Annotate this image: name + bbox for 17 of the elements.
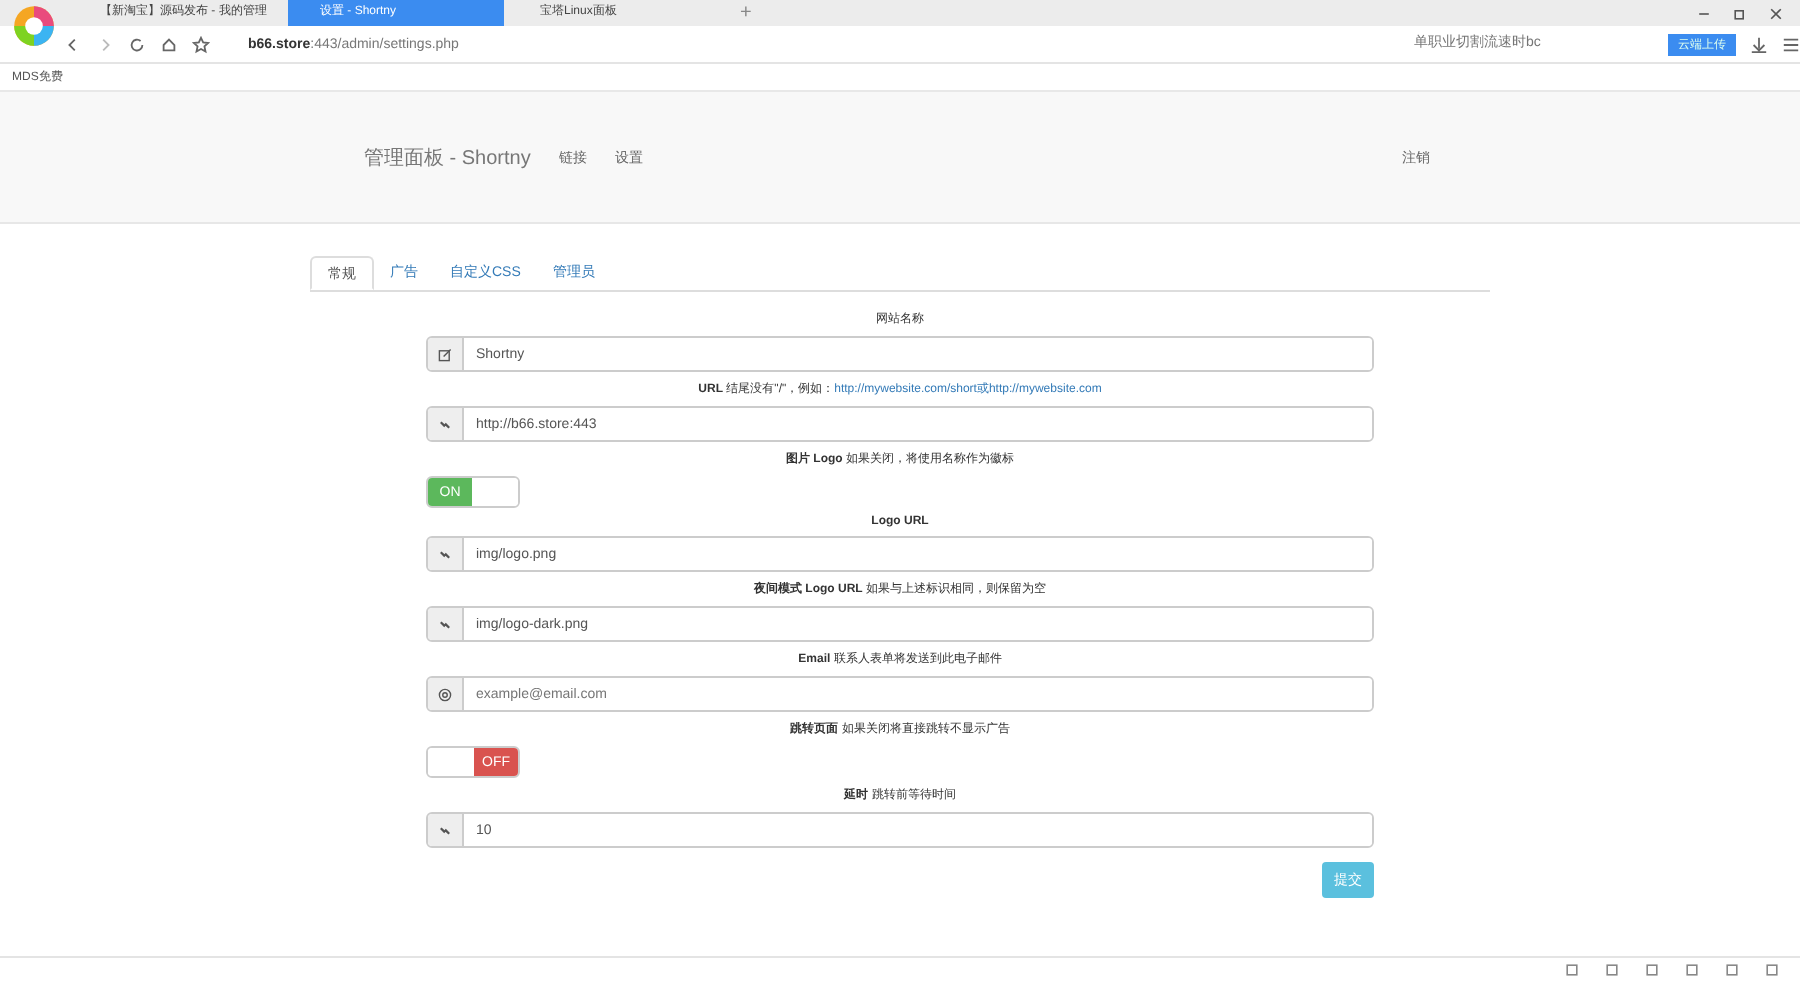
reload-icon[interactable]: [128, 35, 146, 53]
close-icon[interactable]: [1768, 5, 1784, 21]
star-icon[interactable]: [192, 35, 210, 53]
status-icon[interactable]: [1644, 962, 1660, 978]
menu-icon[interactable]: [1782, 35, 1800, 53]
status-icon[interactable]: [1684, 962, 1700, 978]
browser-logo-icon[interactable]: [12, 4, 56, 48]
restore-icon[interactable]: [1732, 5, 1748, 21]
home-icon[interactable]: [160, 35, 178, 53]
status-icon[interactable]: [1724, 962, 1740, 978]
download-icon[interactable]: [1750, 35, 1768, 53]
status-icon[interactable]: [1604, 962, 1620, 978]
status-icon[interactable]: [1564, 962, 1580, 978]
status-icon[interactable]: [1764, 962, 1780, 978]
edit-icon: [438, 347, 452, 361]
brand-title[interactable]: 管理面板 - Shortny: [364, 143, 531, 171]
new-tab-button[interactable]: +: [740, 2, 752, 24]
